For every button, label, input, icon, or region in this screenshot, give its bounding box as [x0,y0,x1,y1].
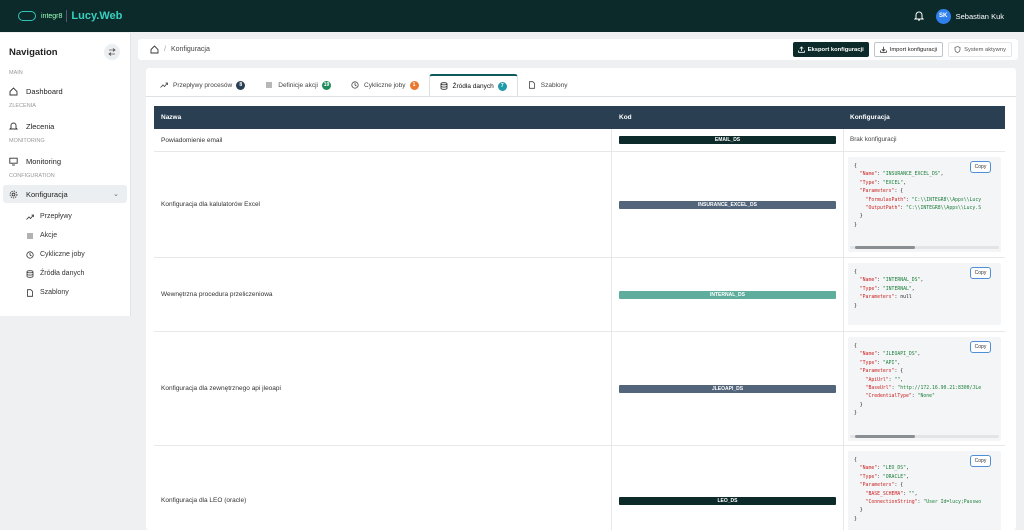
tab-count-badge: 1 [409,80,419,90]
sidebar-subitem-cykliczne-joby[interactable]: Cykliczne joby [0,245,130,264]
database-icon [26,269,34,278]
tab-bar: Przepływy procesów 8 Definicje akcji 19 … [146,74,578,96]
clock-icon [26,250,34,259]
tab-count-badge: 19 [322,80,331,90]
tab-count-badge: 7 [497,81,507,91]
data-sources-table: Nazwa Kod Konfiguracja Powiadomienie ema… [154,106,1005,530]
tab-definicje-akcji[interactable]: Definicje akcji 19 [255,74,341,96]
cell-name: Powiadomienie email [154,129,612,151]
swap-icon [108,48,116,56]
chevron-down-icon: ⌄ [113,191,119,198]
main-content-card: Przepływy procesów 8 Definicje akcji 19 … [146,68,1016,530]
sidebar-item-konfiguracja[interactable]: Konfiguracja ⌄ [3,185,127,203]
page-header: / Konfiguracja Eksport konfiguracji Impo… [138,39,1018,60]
bell-icon [9,122,18,129]
tab-zrodla-danych[interactable]: Źródła danych 7 [428,74,518,96]
bell-icon[interactable] [913,11,924,21]
sidebar-toggle-button[interactable] [104,44,120,60]
sidebar-subitem-przeplywy[interactable]: Przepływy [0,207,130,226]
sidebar-item-dashboard[interactable]: Dashboard [0,82,130,100]
cell-name: Konfiguracja dla zewnętrznego api jleoap… [154,332,612,445]
list-icon [27,233,33,238]
config-json-block: { "Name": "LEO_DS", "Type": "ORACLE", "P… [848,451,1001,530]
config-json-block: { "Name": "JLEOAPI_DS", "Type": "API", "… [848,337,1001,441]
cell-name: Konfiguracja dla LEO (oracle) [154,446,612,530]
tab-szablony[interactable]: Szablony [518,74,578,96]
export-config-button[interactable]: Eksport konfiguracji [792,42,869,57]
sidebar-subitem-akcje[interactable]: Akcje [0,226,130,245]
file-icon [528,81,535,89]
sidebar-item-zlecenia[interactable]: Zlecenia [0,117,130,135]
app-logo[interactable]: integr8 Lucy.Web [18,10,122,22]
tab-przeplywy-procesow[interactable]: Przepływy procesów 8 [150,74,255,96]
config-json-block: { "Name": "INSURANCE_EXCEL_DS", "Type": … [848,157,1001,252]
table-header: Nazwa Kod Konfiguracja [154,106,1005,129]
cell-name: Wewnętrzna procedura przeliczeniowa [154,258,612,331]
upload-icon [797,46,805,53]
file-icon [27,288,33,297]
section-label-zlecenia: ZLECENIA [9,103,36,109]
tab-cykliczne-joby[interactable]: Cykliczne joby 1 [341,74,429,96]
table-row[interactable]: Wewnętrzna procedura przeliczeniowa INTE… [154,258,1005,332]
import-config-button[interactable]: Import konfiguracji [873,42,944,57]
avatar[interactable]: SK [935,8,951,24]
copy-button[interactable]: Copy [970,455,991,467]
copy-button[interactable]: Copy [970,161,991,173]
shield-icon [954,46,961,53]
code-badge: INSURANCE_EXCEL_DS [619,200,836,209]
gear-icon [9,190,18,198]
code-badge: LEO_DS [619,496,836,505]
section-label-configuration: CONFIGURATION [9,173,55,179]
monitor-icon [9,157,18,165]
system-status-badge: System aktywny [948,42,1012,57]
column-header-nazwa: Nazwa [161,114,182,121]
home-icon[interactable] [150,45,159,54]
breadcrumb-current: Konfiguracja [170,46,210,53]
list-icon [266,82,273,88]
table-row[interactable]: Konfiguracja dla zewnętrznego api jleoap… [154,332,1005,446]
home-icon [9,86,18,95]
no-config-text: Brak konfiguracji [850,136,897,143]
copy-button[interactable]: Copy [970,341,991,353]
table-row[interactable]: Konfiguracja dla LEO (oracle) LEO_DS { "… [154,446,1005,530]
cell-name: Konfiguracja dla kalulatorów Excel [154,152,612,257]
brand-name: integr8 [41,12,63,20]
sidebar-title: Navigation [9,46,58,58]
column-header-konfiguracja: Konfiguracja [850,114,890,121]
table-row[interactable]: Powiadomienie email EMAIL_DS Brak konfig… [154,129,1005,152]
user-name[interactable]: Sebastian Kuk [956,12,1004,21]
top-bar: integr8 Lucy.Web SK Sebastian Kuk [0,0,1024,32]
table-row[interactable]: Konfiguracja dla kalulatorów Excel INSUR… [154,152,1005,258]
copy-button[interactable]: Copy [970,267,991,279]
database-icon [440,82,447,90]
breadcrumb: / Konfiguracja [150,45,210,54]
sidebar: Navigation MAIN Dashboard ZLECENIA Zlece… [0,33,131,316]
code-badge: INTERNAL_DS [619,290,836,299]
logo-icon [18,11,36,21]
app-name: Lucy.Web [71,10,123,22]
horizontal-scrollbar[interactable] [850,435,999,438]
code-badge: JLEOAPI_DS [619,384,836,393]
horizontal-scrollbar[interactable] [850,246,999,249]
config-json-block: { "Name": "INTERNAL_DS", "Type": "INTERN… [848,263,1001,325]
sidebar-subitem-zrodla-danych[interactable]: Źródła danych [0,264,130,283]
sidebar-subitem-szablony[interactable]: Szablony [0,283,130,302]
clock-icon [351,81,359,89]
tab-count-badge: 8 [236,80,246,90]
trend-icon [26,214,34,220]
section-label-main: MAIN [9,70,23,76]
section-label-monitoring: MONITORING [9,138,45,144]
sidebar-item-monitoring[interactable]: Monitoring [0,152,130,170]
trend-icon [160,82,168,88]
column-header-kod: Kod [619,114,632,121]
download-icon [879,46,887,53]
code-badge: EMAIL_DS [619,136,836,144]
